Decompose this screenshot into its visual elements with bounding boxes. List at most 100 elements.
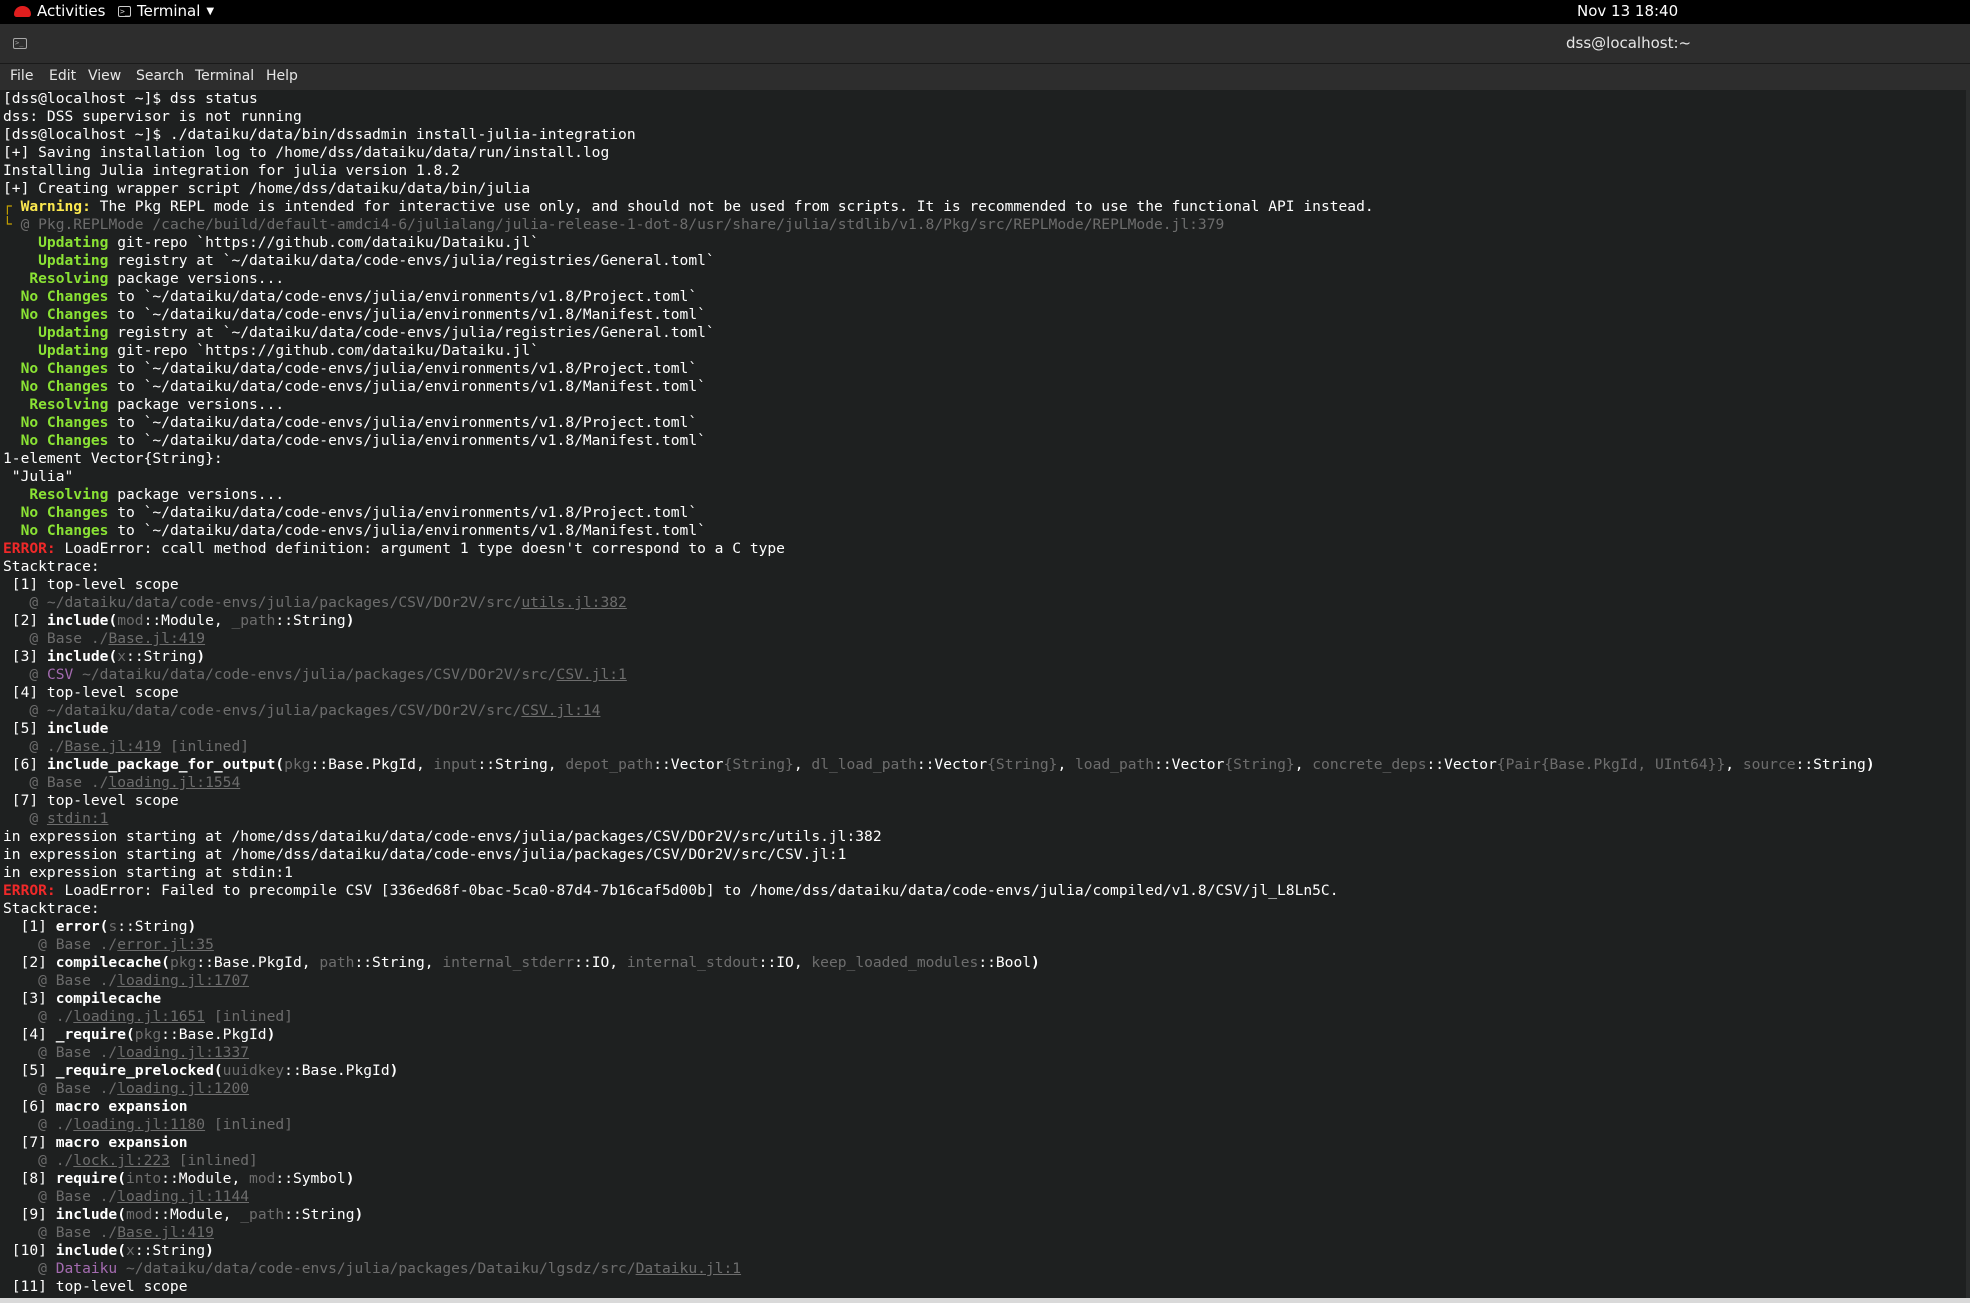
terminal-line: @ ~/dataiku/data/code-envs/julia/package… [3, 702, 1965, 720]
activities-label: Activities [37, 2, 106, 20]
terminal-text-segment: @ Base ./ [3, 774, 109, 791]
terminal-line: [6] include_package_for_output(pkg::Base… [3, 756, 1965, 774]
terminal-icon: >_ [118, 5, 131, 17]
terminal-text-segment: ::String [275, 612, 346, 629]
terminal-line: @ CSV ~/dataiku/data/code-envs/julia/pac… [3, 666, 1965, 684]
terminal-text-segment: @ [3, 810, 47, 827]
terminal-line: [8] require(into::Module, mod::Symbol) [3, 1170, 1965, 1188]
terminal-line: @ ~/dataiku/data/code-envs/julia/package… [3, 594, 1965, 612]
terminal-line: Stacktrace: [3, 900, 1965, 918]
window-title-bar[interactable]: >_ dss@localhost:~ [0, 24, 1970, 64]
terminal-text-segment: internal_stderr [442, 954, 575, 971]
terminal-line: @ Base ./loading.jl:1144 [3, 1188, 1965, 1206]
terminal-text-segment: pkg [284, 756, 311, 773]
terminal-text-segment: [+] Saving installation log to /home/dss… [3, 144, 610, 161]
terminal-line: in expression starting at /home/dss/data… [3, 846, 1965, 864]
terminal-text-segment: ) [345, 1170, 355, 1187]
terminal-text-segment: [4] [3, 1026, 56, 1043]
terminal-text-segment: Updating [3, 324, 109, 341]
terminal-text-segment: ::Module, [152, 1206, 241, 1223]
terminal-text-segment: _path [240, 1206, 285, 1223]
menu-terminal[interactable]: Terminal [195, 68, 254, 84]
terminal-text-segment: , [1057, 756, 1076, 773]
menu-file[interactable]: File [10, 68, 33, 84]
terminal-text-segment: _require( [55, 1026, 135, 1043]
terminal-text-segment: "Julia" [3, 468, 74, 485]
terminal-line: Installing Julia integration for julia v… [3, 162, 1965, 180]
terminal-line: @ ./loading.jl:1651 [inlined] [3, 1008, 1965, 1026]
terminal-text-segment: ::IO, [574, 954, 627, 971]
terminal-line: [10] include(x::String) [3, 1242, 1965, 1260]
terminal-text-segment: include( [55, 1242, 127, 1259]
terminal-text-segment: [5] [3, 720, 47, 737]
terminal-text-segment: [inlined] [161, 738, 250, 755]
terminal-line: 1-element Vector{String}: [3, 450, 1965, 468]
terminal-text-segment: in expression starting at /home/dss/data… [3, 846, 847, 863]
terminal-text-segment: Updating [3, 234, 109, 251]
terminal-text-segment: ::Vector [1426, 756, 1497, 773]
terminal-text-segment: ::Vector [653, 756, 724, 773]
terminal-text-segment: concrete_deps [1312, 756, 1427, 773]
terminal-line: No Changes to `~/dataiku/data/code-envs/… [3, 306, 1965, 324]
terminal-text-segment: Updating [3, 252, 109, 269]
terminal-text-segment: ::Symbol [275, 1170, 346, 1187]
terminal-text-segment: ::Base.PkgId [284, 1062, 390, 1079]
terminal-line: [9] include(mod::Module, _path::String) [3, 1206, 1965, 1224]
terminal-line: [5] _require_prelocked(uuidkey::Base.Pkg… [3, 1062, 1965, 1080]
terminal-line: ERROR: LoadError: Failed to precompile C… [3, 882, 1965, 900]
terminal-text-segment: ) [354, 1206, 364, 1223]
terminal-text-segment: ::String [284, 1206, 355, 1223]
terminal-text-segment: require( [55, 1170, 127, 1187]
terminal-text-segment: Base.jl:419 [117, 1224, 214, 1241]
menu-view[interactable]: View [88, 68, 121, 84]
clock[interactable]: Nov 13 18:40 [1577, 2, 1678, 20]
terminal-line: Updating registry at `~/dataiku/data/cod… [3, 324, 1965, 342]
terminal-output[interactable]: [dss@localhost ~]$ dss status dss: DSS su… [0, 90, 1970, 1298]
terminal-text-segment: package versions... [108, 486, 285, 503]
terminal-text-segment: @ Base ./ [3, 972, 118, 989]
terminal-text-segment: ::Vector [1154, 756, 1225, 773]
terminal-line: [dss@localhost ~]$ dss status [3, 90, 1965, 108]
menu-help[interactable]: Help [266, 68, 298, 84]
terminal-text-segment: git-repo `https://github.com/dataiku/Dat… [108, 342, 539, 359]
terminal-text-segment: [5] [3, 1062, 56, 1079]
terminal-line: [6] macro expansion [3, 1098, 1965, 1116]
terminal-text-segment: loading.jl:1200 [117, 1080, 250, 1097]
terminal-text-segment: No Changes [3, 504, 109, 521]
terminal-text-segment: The Pkg REPL mode is intended for intera… [90, 198, 1374, 215]
terminal-text-segment: ) [1865, 756, 1875, 773]
menu-search[interactable]: Search [136, 68, 184, 84]
terminal-text-segment: CSV [46, 666, 74, 683]
terminal-text-segment: [10] [3, 1242, 56, 1259]
terminal-line: Updating git-repo `https://github.com/da… [3, 342, 1965, 360]
terminal-text-segment: to `~/dataiku/data/code-envs/julia/envir… [108, 306, 706, 323]
terminal-text-segment: ::Base.PkgId, [196, 954, 320, 971]
terminal-text-segment: @ Base ./ [3, 630, 109, 647]
terminal-line: @ Base ./error.jl:35 [3, 936, 1965, 954]
terminal-text-segment: ::String [134, 1242, 206, 1259]
terminal-text-segment: Updating [3, 342, 109, 359]
terminal-text-segment: [2] [3, 954, 56, 971]
terminal-text-segment: [1] [3, 918, 56, 935]
terminal-line: No Changes to `~/dataiku/data/code-envs/… [3, 360, 1965, 378]
terminal-text-segment: utils.jl:382 [521, 594, 627, 611]
app-menu-button[interactable]: >_ Terminal ▼ [118, 2, 214, 20]
terminal-text-segment: compilecache( [55, 954, 170, 971]
terminal-text-segment: ::String, [477, 756, 566, 773]
terminal-text-segment: 1-element Vector{String}: [3, 450, 223, 467]
menu-edit[interactable]: Edit [49, 68, 76, 84]
terminal-text-segment: mod [249, 1170, 276, 1187]
terminal-line: [7] macro expansion [3, 1134, 1965, 1152]
terminal-line: No Changes to `~/dataiku/data/code-envs/… [3, 432, 1965, 450]
terminal-line: [dss@localhost ~]$ ./dataiku/data/bin/ds… [3, 126, 1965, 144]
terminal-text-segment: ::Bool [978, 954, 1032, 971]
terminal-line: └ @ Pkg.REPLMode /cache/build/default-am… [3, 216, 1965, 234]
terminal-text-segment: to `~/dataiku/data/code-envs/julia/envir… [108, 378, 706, 395]
terminal-line: [3] compilecache [3, 990, 1965, 1008]
terminal-text-segment: include( [46, 648, 118, 665]
terminal-text-segment: [1] top-level scope [3, 576, 179, 593]
terminal-text-segment: CSV.jl:14 [521, 702, 601, 719]
terminal-line: Resolving package versions... [3, 486, 1965, 504]
activities-button[interactable]: Activities [14, 2, 105, 20]
terminal-text-segment: [3] [3, 990, 56, 1007]
